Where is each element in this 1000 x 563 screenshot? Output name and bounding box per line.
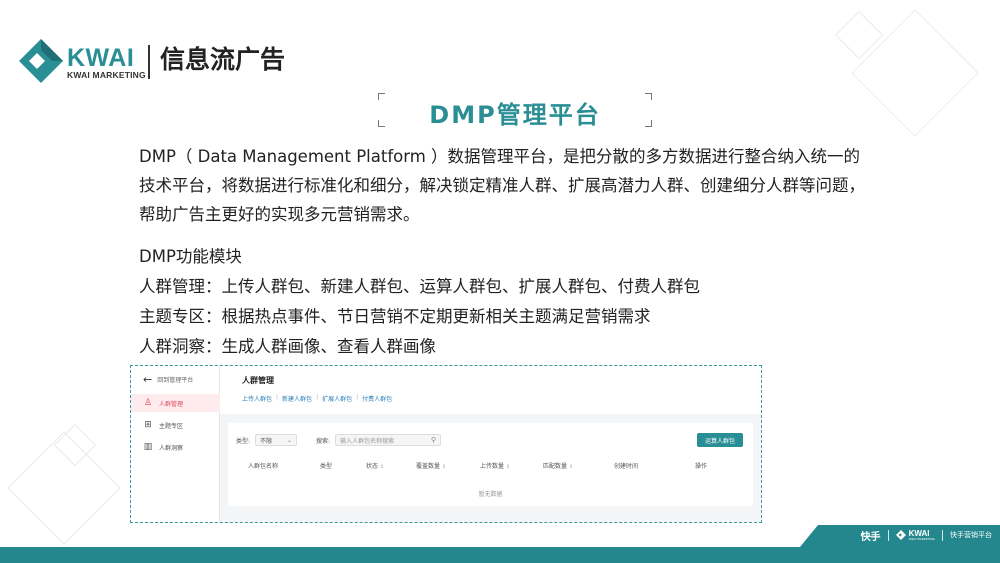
- sidebar: ← 回到管理平台 ♙ 人群管理 ⊞ 主题专区 ▥ 人群洞察: [131, 366, 220, 522]
- bar-chart-icon: ▥: [143, 441, 153, 452]
- column-header-label: 状态: [366, 463, 379, 470]
- sidebar-item-audience-management[interactable]: ♙ 人群管理: [131, 394, 220, 412]
- sort-icon: ⇕: [380, 464, 385, 470]
- type-label: 类型:: [236, 437, 251, 445]
- sidebar-item-insights[interactable]: ▥ 人群洞察: [131, 438, 220, 456]
- module-heading: DMP功能模块: [139, 247, 242, 266]
- nav-separator: |: [276, 394, 279, 401]
- column-header-matched[interactable]: 匹配数量 ⇕: [543, 461, 573, 470]
- platform-label: 快手营销平台: [950, 531, 992, 539]
- person-icon: ♙: [143, 397, 153, 408]
- column-header-actions: 操作: [695, 463, 708, 470]
- grid-icon: ⊞: [144, 419, 152, 430]
- chevron-down-icon: ⌄: [287, 436, 293, 444]
- section-title: 信息流广告: [160, 45, 286, 74]
- column-header-status[interactable]: 状态 ⇕: [366, 461, 384, 470]
- column-header-label: 覆盖数量: [416, 463, 441, 470]
- footer-branding: 快手 KWAI KWAI MARKETING 快手营销平台: [861, 526, 992, 544]
- sidebar-item-label: 人群管理: [159, 400, 184, 408]
- sort-icon: ⇕: [506, 464, 511, 470]
- search-input[interactable]: 输入人群包名称搜索 ⚲: [335, 434, 442, 446]
- title-frame: DMP管理平台: [378, 93, 652, 129]
- column-header-created: 创建时间: [614, 463, 639, 470]
- empty-state: 暂无数据: [478, 491, 503, 498]
- search-placeholder: 输入人群包名称搜索: [340, 437, 395, 445]
- brand-divider: [148, 45, 150, 79]
- sidebar-item-topics[interactable]: ⊞ 主题专区: [131, 416, 220, 434]
- description-line: 帮助广告主更好的实现多元营销需求。: [139, 205, 420, 224]
- footer-divider: [887, 529, 889, 541]
- column-header-name: 人群包名称: [248, 463, 279, 470]
- filter-row: 类型: 不限 ⌄ 搜索: 输入人群包名称搜索 ⚲ 运算人群包: [236, 433, 743, 447]
- footer-logo-sub: KWAI MARKETING: [908, 536, 935, 541]
- sub-nav-expand[interactable]: 扩展人群包: [322, 394, 352, 403]
- sub-nav-create[interactable]: 新建人群包: [282, 394, 312, 403]
- table-header: 人群包名称 类型 状态 ⇕ 覆盖数量 ⇕ 上传数量 ⇕ 匹配数量 ⇕ 创建时间 操作: [236, 455, 743, 475]
- footer-logo-text: KWAI KWAI MARKETING: [908, 529, 935, 541]
- description-line: 技术平台，将数据进行标准化和细分，解决锁定精准人群、扩展高潜力人群、创建细分人群…: [139, 176, 865, 195]
- dmp-screenshot: ← 回到管理平台 ♙ 人群管理 ⊞ 主题专区 ▥ 人群洞察 人群管理 上传人群包…: [130, 365, 762, 523]
- brand-subtitle: KWAI MARKETING: [67, 70, 146, 80]
- footer-bar: [0, 547, 1000, 563]
- calculate-audience-button[interactable]: 运算人群包: [697, 433, 743, 447]
- sort-icon: ⇕: [569, 464, 574, 470]
- search-icon: ⚲: [430, 436, 437, 444]
- nav-separator: |: [316, 394, 319, 401]
- column-header-coverage[interactable]: 覆盖数量 ⇕: [416, 461, 446, 470]
- sidebar-item-label: 人群洞察: [159, 444, 184, 452]
- column-header-label: 匹配数量: [543, 463, 568, 470]
- kwai-logo-icon: [895, 530, 906, 540]
- main-area: 人群管理 上传人群包 | 新建人群包 | 扩展人群包 | 付费人群包 类型: 不限 ⌄…: [220, 366, 761, 522]
- footer-divider: [942, 529, 943, 541]
- column-header-uploaded[interactable]: 上传数量 ⇕: [480, 461, 510, 470]
- back-link[interactable]: ← 回到管理平台: [143, 374, 193, 385]
- footer-logo: KWAI KWAI MARKETING: [895, 529, 935, 541]
- module-item: 主题专区：根据热点事件、节日营销不定期更新相关主题满足营销需求: [139, 307, 651, 326]
- sub-nav-paid[interactable]: 付费人群包: [362, 394, 392, 403]
- back-link-label: 回到管理平台: [157, 377, 194, 384]
- kwai-logo-icon: [19, 39, 63, 83]
- sidebar-item-label: 主题专区: [159, 422, 184, 430]
- type-select-value: 不限: [260, 437, 273, 445]
- main-header: 人群管理 上传人群包 | 新建人群包 | 扩展人群包 | 付费人群包: [220, 366, 761, 414]
- brand-name: KWAI: [67, 44, 135, 72]
- sort-icon: ⇕: [442, 464, 447, 470]
- page-title: DMP管理平台: [429, 101, 601, 129]
- content-panel: 类型: 不限 ⌄ 搜索: 输入人群包名称搜索 ⚲ 运算人群包 人群包名称 类型 …: [228, 423, 753, 506]
- module-list: DMP功能模块 人群管理：上传人群包、新建人群包、运算人群包、扩展人群包、付费人…: [139, 242, 700, 362]
- nav-separator: |: [356, 394, 359, 401]
- description: DMP（ Data Management Platform ）数据管理平台，是把…: [139, 142, 899, 229]
- module-item: 人群洞察：生成人群画像、查看人群画像: [139, 337, 436, 356]
- column-header-type: 类型: [320, 463, 333, 470]
- search-label: 搜索:: [316, 437, 331, 445]
- sub-nav-upload[interactable]: 上传人群包: [242, 394, 272, 403]
- module-item: 人群管理：上传人群包、新建人群包、运算人群包、扩展人群包、付费人群包: [139, 277, 700, 296]
- type-select[interactable]: 不限 ⌄: [255, 434, 298, 446]
- sub-nav: 上传人群包 | 新建人群包 | 扩展人群包 | 付费人群包: [242, 394, 392, 403]
- description-line: DMP（ Data Management Platform ）数据管理平台，是把…: [139, 147, 861, 166]
- kuaishou-label: 快手: [860, 531, 881, 543]
- arrow-left-icon: ←: [143, 373, 153, 386]
- main-title: 人群管理: [242, 376, 274, 385]
- column-header-label: 上传数量: [480, 463, 505, 470]
